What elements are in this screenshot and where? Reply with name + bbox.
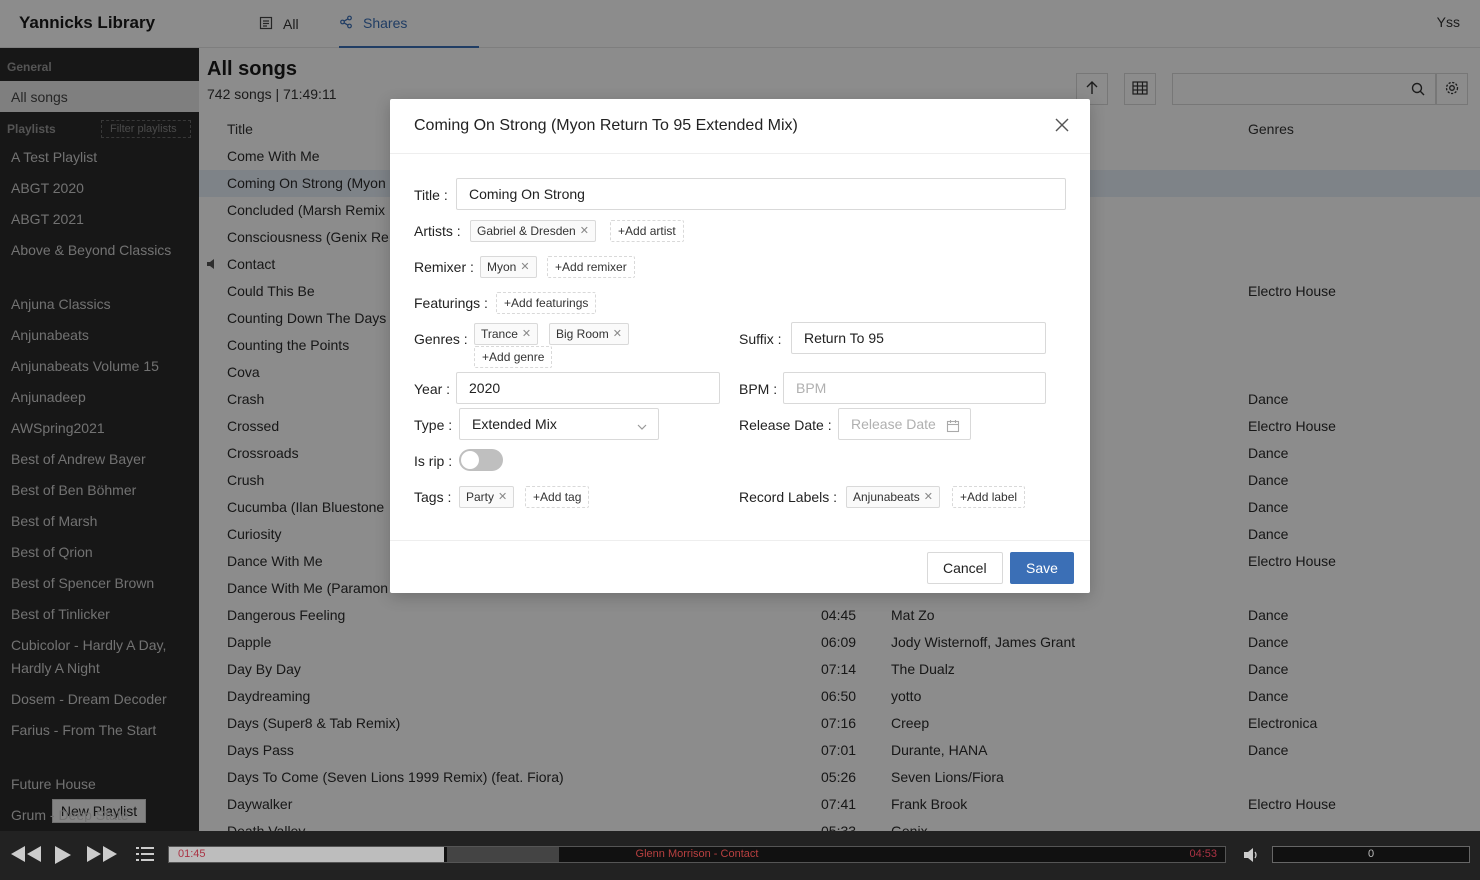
featurings-label: Featurings : bbox=[414, 295, 488, 311]
dialog-title: Coming On Strong (Myon Return To 95 Exte… bbox=[414, 117, 798, 134]
type-select-value: Extended Mix bbox=[472, 416, 557, 432]
total-time: 04:53 bbox=[1189, 848, 1217, 860]
remove-icon[interactable]: ✕ bbox=[498, 487, 507, 507]
now-playing: Glenn Morrison - Contact bbox=[635, 848, 759, 860]
genre-tag[interactable]: Trance ✕ bbox=[474, 323, 539, 345]
remove-icon[interactable]: ✕ bbox=[522, 324, 531, 344]
cancel-button[interactable]: Cancel bbox=[927, 552, 1003, 584]
toggle-knob bbox=[461, 451, 479, 469]
release-date-placeholder: Release Date bbox=[851, 416, 936, 432]
year-input[interactable]: 2020 bbox=[456, 372, 720, 404]
next-icon[interactable] bbox=[86, 845, 118, 869]
remove-icon[interactable]: ✕ bbox=[520, 257, 529, 277]
queue-icon[interactable] bbox=[136, 845, 154, 868]
remixer-label: Remixer : bbox=[414, 259, 474, 275]
previous-icon[interactable] bbox=[10, 845, 42, 869]
is-rip-label: Is rip : bbox=[414, 453, 453, 469]
add-genre-button[interactable]: +Add genre bbox=[474, 346, 553, 368]
tag-chip[interactable]: Party ✕ bbox=[459, 486, 515, 508]
type-label: Type : bbox=[414, 417, 453, 433]
type-select[interactable]: Extended Mix bbox=[459, 408, 659, 440]
genre-tag[interactable]: Big Room ✕ bbox=[549, 323, 629, 345]
calendar-icon bbox=[946, 413, 960, 443]
suffix-input[interactable]: Return To 95 bbox=[791, 322, 1046, 354]
record-label-tag[interactable]: Anjunabeats ✕ bbox=[846, 486, 940, 508]
edit-song-dialog: Coming On Strong (Myon Return To 95 Exte… bbox=[390, 99, 1090, 593]
volume-slider[interactable]: 0 bbox=[1272, 846, 1470, 863]
volume-icon[interactable] bbox=[1243, 847, 1259, 866]
artists-label: Artists : bbox=[414, 223, 461, 239]
add-remixer-button[interactable]: +Add remixer bbox=[547, 256, 635, 278]
is-rip-toggle[interactable] bbox=[459, 449, 503, 471]
progress-bar[interactable]: 01:45 Glenn Morrison - Contact 04:53 bbox=[168, 846, 1226, 863]
chevron-down-icon bbox=[636, 413, 648, 443]
release-date-input[interactable]: Release Date bbox=[838, 408, 971, 440]
title-label: Title : bbox=[414, 187, 448, 203]
dialog-header: Coming On Strong (Myon Return To 95 Exte… bbox=[390, 99, 1090, 154]
add-artist-button[interactable]: +Add artist bbox=[610, 220, 684, 242]
genres-label: Genres : bbox=[414, 331, 468, 347]
release-date-label: Release Date : bbox=[739, 417, 832, 433]
record-labels-label: Record Labels : bbox=[739, 489, 838, 505]
year-label: Year : bbox=[414, 381, 451, 397]
play-icon[interactable] bbox=[54, 845, 72, 871]
remove-icon[interactable]: ✕ bbox=[924, 487, 933, 507]
bpm-input[interactable]: BPM bbox=[783, 372, 1046, 404]
save-button[interactable]: Save bbox=[1010, 552, 1074, 584]
bpm-label: BPM : bbox=[739, 381, 778, 397]
tags-label: Tags : bbox=[414, 489, 452, 505]
dialog-footer: Cancel Save bbox=[390, 540, 1090, 593]
add-label-button[interactable]: +Add label bbox=[952, 486, 1026, 508]
add-featurings-button[interactable]: +Add featurings bbox=[496, 292, 597, 314]
add-tag-button[interactable]: +Add tag bbox=[525, 486, 590, 508]
suffix-label: Suffix : bbox=[739, 331, 782, 347]
close-icon[interactable] bbox=[1052, 115, 1072, 135]
artist-tag[interactable]: Gabriel & Dresden ✕ bbox=[470, 220, 596, 242]
remove-icon[interactable]: ✕ bbox=[613, 324, 622, 344]
title-input[interactable]: Coming On Strong bbox=[456, 178, 1066, 210]
remove-icon[interactable]: ✕ bbox=[580, 221, 589, 241]
remixer-tag[interactable]: Myon ✕ bbox=[480, 256, 537, 278]
